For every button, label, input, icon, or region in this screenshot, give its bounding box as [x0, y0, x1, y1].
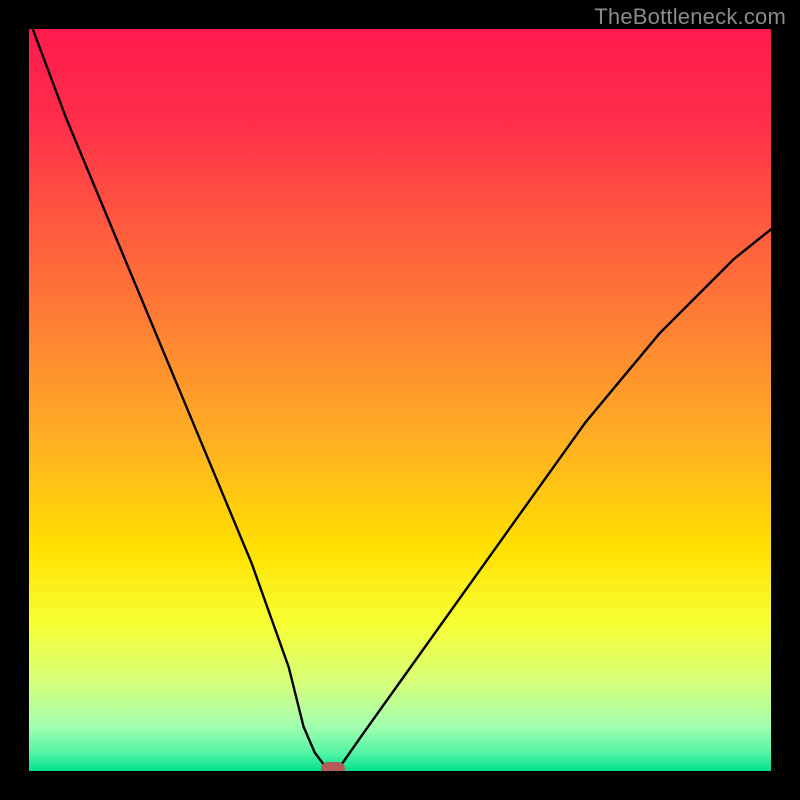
bottleneck-curve [29, 29, 771, 771]
plot-area [29, 29, 771, 771]
chart-frame: TheBottleneck.com [0, 0, 800, 800]
min-marker [321, 762, 345, 771]
watermark-text: TheBottleneck.com [594, 4, 786, 30]
